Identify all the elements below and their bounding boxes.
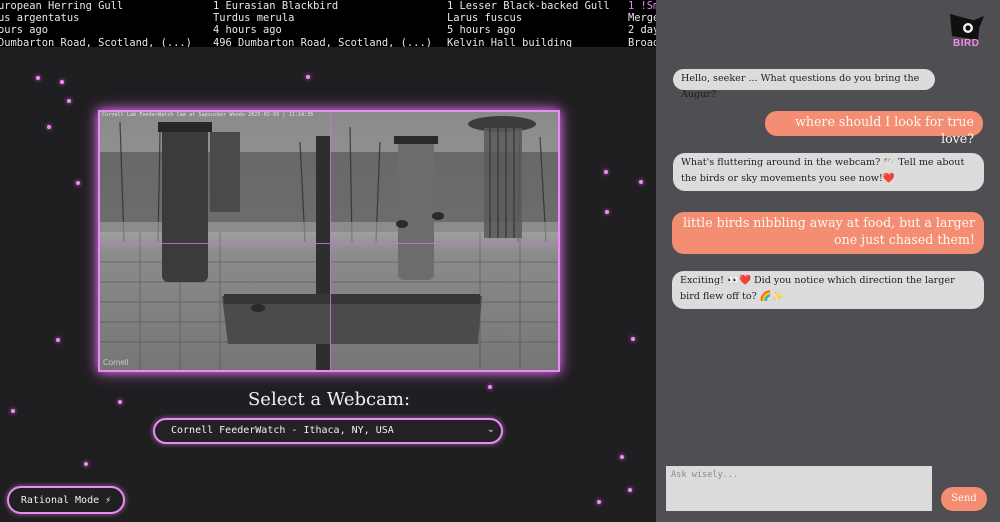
webcam-caption: Cornell Lab FeederWatch Cam at Sapsucker… bbox=[102, 112, 314, 118]
ticker-time: ours ago bbox=[0, 24, 49, 37]
webcam-select-value: Cornell FeederWatch - Ithaca, NY, USA bbox=[171, 425, 394, 436]
sparkle bbox=[605, 210, 609, 214]
sparkle bbox=[604, 170, 608, 174]
ticker-entry: 1 Lesser Black-backed Gull Larus fuscus … bbox=[447, 0, 610, 47]
ticker-species: Turdus merula bbox=[213, 12, 295, 25]
chat-message-bot: What's fluttering around in the webcam? … bbox=[673, 153, 984, 191]
send-button[interactable]: Send bbox=[941, 487, 987, 511]
ticker-count-name: uropean Herring Gull bbox=[0, 0, 124, 12]
rational-mode-button[interactable]: Rational Mode ⚡ bbox=[7, 486, 125, 514]
webcam-image bbox=[100, 112, 558, 370]
webcam-select[interactable]: Cornell FeederWatch - Ithaca, NY, USA ⌄ bbox=[153, 418, 503, 444]
sparkle bbox=[631, 337, 635, 341]
webcam-stage: uropean Herring Gull us argentatus ours … bbox=[0, 0, 656, 522]
ticker-time: 4 hours ago bbox=[213, 24, 282, 37]
ticker-entry: 1 Eurasian Blackbird Turdus merula 4 hou… bbox=[213, 0, 432, 47]
sparkle bbox=[620, 455, 624, 459]
ticker-place: Kelvin Hall building bbox=[447, 36, 573, 47]
ticker-species: Larus fuscus bbox=[447, 12, 523, 25]
ticker-entry: uropean Herring Gull us argentatus ours … bbox=[0, 0, 192, 47]
ticker-species: us argentatus bbox=[0, 12, 80, 25]
sparkle bbox=[118, 400, 122, 404]
sparkle bbox=[488, 385, 492, 389]
sparkle bbox=[628, 488, 632, 492]
sparkle bbox=[47, 125, 51, 129]
grid-line-vertical bbox=[330, 112, 331, 370]
webcam-select-title: Select a Webcam: bbox=[247, 389, 411, 410]
sightings-ticker: uropean Herring Gull us argentatus ours … bbox=[0, 0, 656, 47]
bird-logo-text: BIRD bbox=[953, 38, 980, 49]
chevron-down-icon: ⌄ bbox=[486, 424, 495, 435]
ticker-count-name: 1 Lesser Black-backed Gull bbox=[447, 0, 610, 12]
ticker-time: 2 day bbox=[628, 24, 656, 37]
ticker-count-name: 1 !Sm bbox=[628, 0, 656, 12]
ticker-place: 496 Dumbarton Road, Scotland, (...) bbox=[213, 36, 432, 47]
sparkle bbox=[306, 75, 310, 79]
sparkle bbox=[56, 338, 60, 342]
chat-message-user: where should I look for true love? bbox=[765, 111, 983, 146]
webcam-source-logo: Cornell bbox=[103, 358, 129, 367]
sparkle bbox=[36, 76, 40, 80]
chat-message-user: little birds nibbling away at food, but … bbox=[672, 212, 984, 254]
chat-message-bot: Exciting! 👀❤️ Did you notice which direc… bbox=[672, 271, 984, 309]
chat-input[interactable] bbox=[666, 466, 932, 511]
ticker-species: Merge bbox=[628, 12, 656, 25]
grid-line-horizontal bbox=[100, 243, 558, 244]
webcam-feed[interactable]: Cornell Lab FeederWatch Cam at Sapsucker… bbox=[98, 110, 560, 372]
sparkle bbox=[597, 500, 601, 504]
sparkle bbox=[639, 180, 643, 184]
ticker-entry: 1 !Sm Merge 2 day Broad bbox=[628, 0, 656, 47]
sparkle bbox=[84, 462, 88, 466]
chat-message-bot: Hello, seeker ... What questions do you … bbox=[673, 69, 935, 100]
ticker-place: Dumbarton Road, Scotland, (...) bbox=[0, 36, 192, 47]
ticker-time: 5 hours ago bbox=[447, 24, 516, 37]
sparkle bbox=[67, 99, 71, 103]
sparkle bbox=[11, 409, 15, 413]
sparkle bbox=[60, 80, 64, 84]
sparkle bbox=[76, 181, 80, 185]
ticker-place: Broad bbox=[628, 36, 656, 47]
rational-mode-label: Rational Mode ⚡ bbox=[20, 495, 112, 506]
ticker-count-name: 1 Eurasian Blackbird bbox=[213, 0, 339, 12]
